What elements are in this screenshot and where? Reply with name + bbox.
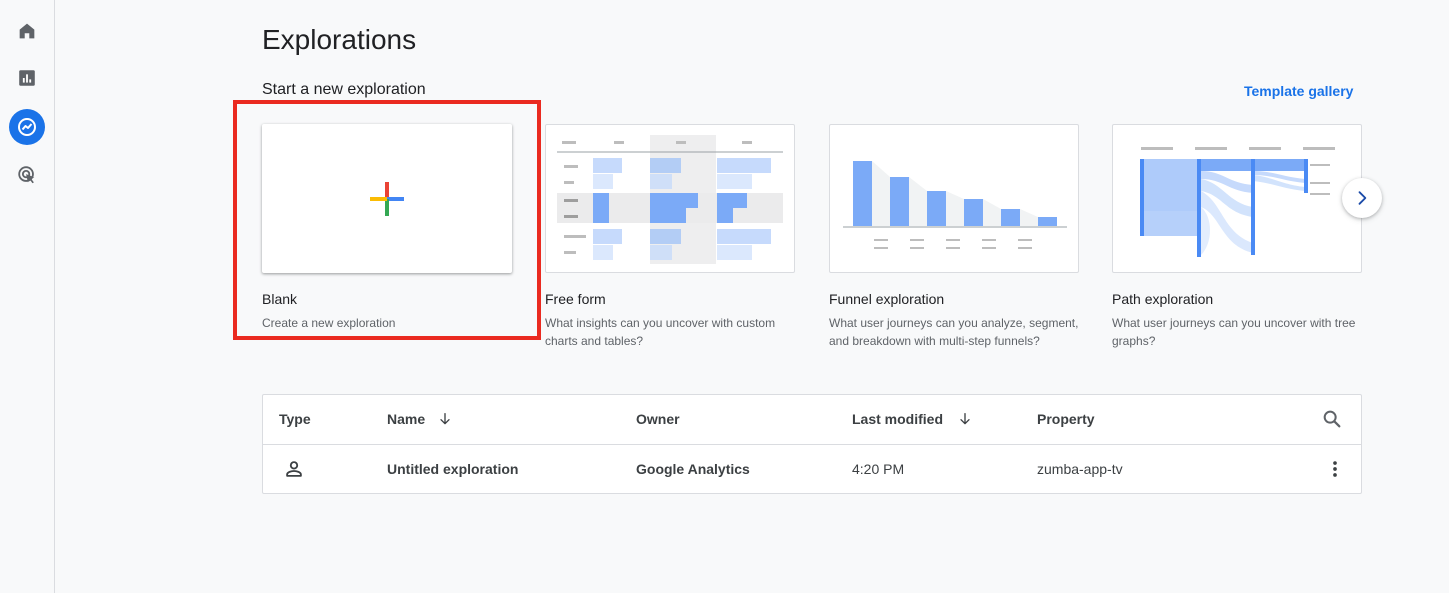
sort-arrow-down-icon — [440, 413, 450, 425]
card-description: What user journeys can you analyze, segm… — [829, 316, 1079, 348]
column-header-last-modified[interactable]: Last modified — [852, 411, 973, 427]
card-description: Create a new exploration — [262, 316, 396, 330]
column-header-owner[interactable]: Owner — [636, 411, 680, 427]
chevron-right-icon — [1358, 191, 1367, 205]
nav-reports-button[interactable] — [9, 60, 45, 96]
row-type-cell — [283, 458, 305, 485]
advertising-icon — [18, 166, 35, 184]
search-icon — [1323, 410, 1341, 428]
google-plus-icon — [370, 182, 404, 216]
explore-icon — [18, 118, 36, 136]
reports-icon — [19, 70, 35, 86]
nav-advertising-button[interactable] — [9, 157, 45, 193]
card-free-form[interactable]: Free form What insights can you uncover … — [545, 124, 795, 350]
page-title: Explorations — [262, 24, 417, 55]
left-nav-rail — [0, 0, 55, 593]
path-preview-graphic — [1140, 147, 1335, 257]
column-header-property[interactable]: Property — [1037, 411, 1095, 427]
card-blank[interactable]: Blank Create a new exploration — [262, 124, 512, 332]
row-more-options-button[interactable] — [1324, 458, 1346, 485]
card-blank-thumbnail[interactable] — [262, 124, 512, 273]
carousel-next-button[interactable] — [1342, 178, 1382, 218]
nav-home-button[interactable] — [9, 13, 45, 49]
card-free-form-thumbnail[interactable] — [545, 124, 795, 273]
row-owner-cell: Google Analytics — [636, 461, 750, 477]
column-header-name[interactable]: Name — [387, 411, 453, 427]
table-row[interactable]: Untitled exploration Google Analytics 4:… — [263, 445, 1361, 494]
card-path-exploration[interactable]: Path exploration What user journeys can … — [1112, 124, 1362, 350]
table-header: Type Name Owner Last modified Property — [263, 395, 1361, 445]
sort-arrow-down-icon — [960, 413, 970, 425]
free-form-preview-graphic — [557, 135, 783, 264]
card-name: Blank — [262, 291, 298, 307]
funnel-preview-graphic — [843, 161, 1067, 249]
row-last-modified-cell: 4:20 PM — [852, 461, 905, 477]
section-subtitle: Start a new exploration — [262, 81, 426, 98]
card-funnel-exploration[interactable]: Funnel exploration What user journeys ca… — [829, 124, 1079, 350]
card-description: What insights can you uncover with custo… — [545, 316, 776, 348]
more-vert-icon — [1333, 461, 1337, 477]
person-icon — [286, 461, 302, 477]
row-property-cell: zumba-app-tv — [1037, 461, 1123, 477]
row-name-cell[interactable]: Untitled exploration — [387, 461, 518, 477]
table-search-button[interactable] — [1321, 408, 1343, 435]
template-gallery-link[interactable]: Template gallery — [1244, 83, 1353, 99]
column-header-type: Type — [279, 411, 311, 427]
card-name: Funnel exploration — [829, 291, 945, 307]
explorations-table: Type Name Owner Last modified Property U… — [262, 394, 1362, 494]
card-name: Free form — [545, 291, 606, 307]
card-name: Path exploration — [1112, 291, 1214, 307]
card-path-thumbnail[interactable] — [1112, 124, 1362, 273]
card-description: What user journeys can you uncover with … — [1112, 316, 1356, 348]
nav-explore-button[interactable] — [9, 109, 45, 145]
card-funnel-thumbnail[interactable] — [829, 124, 1079, 273]
home-icon — [19, 23, 35, 39]
